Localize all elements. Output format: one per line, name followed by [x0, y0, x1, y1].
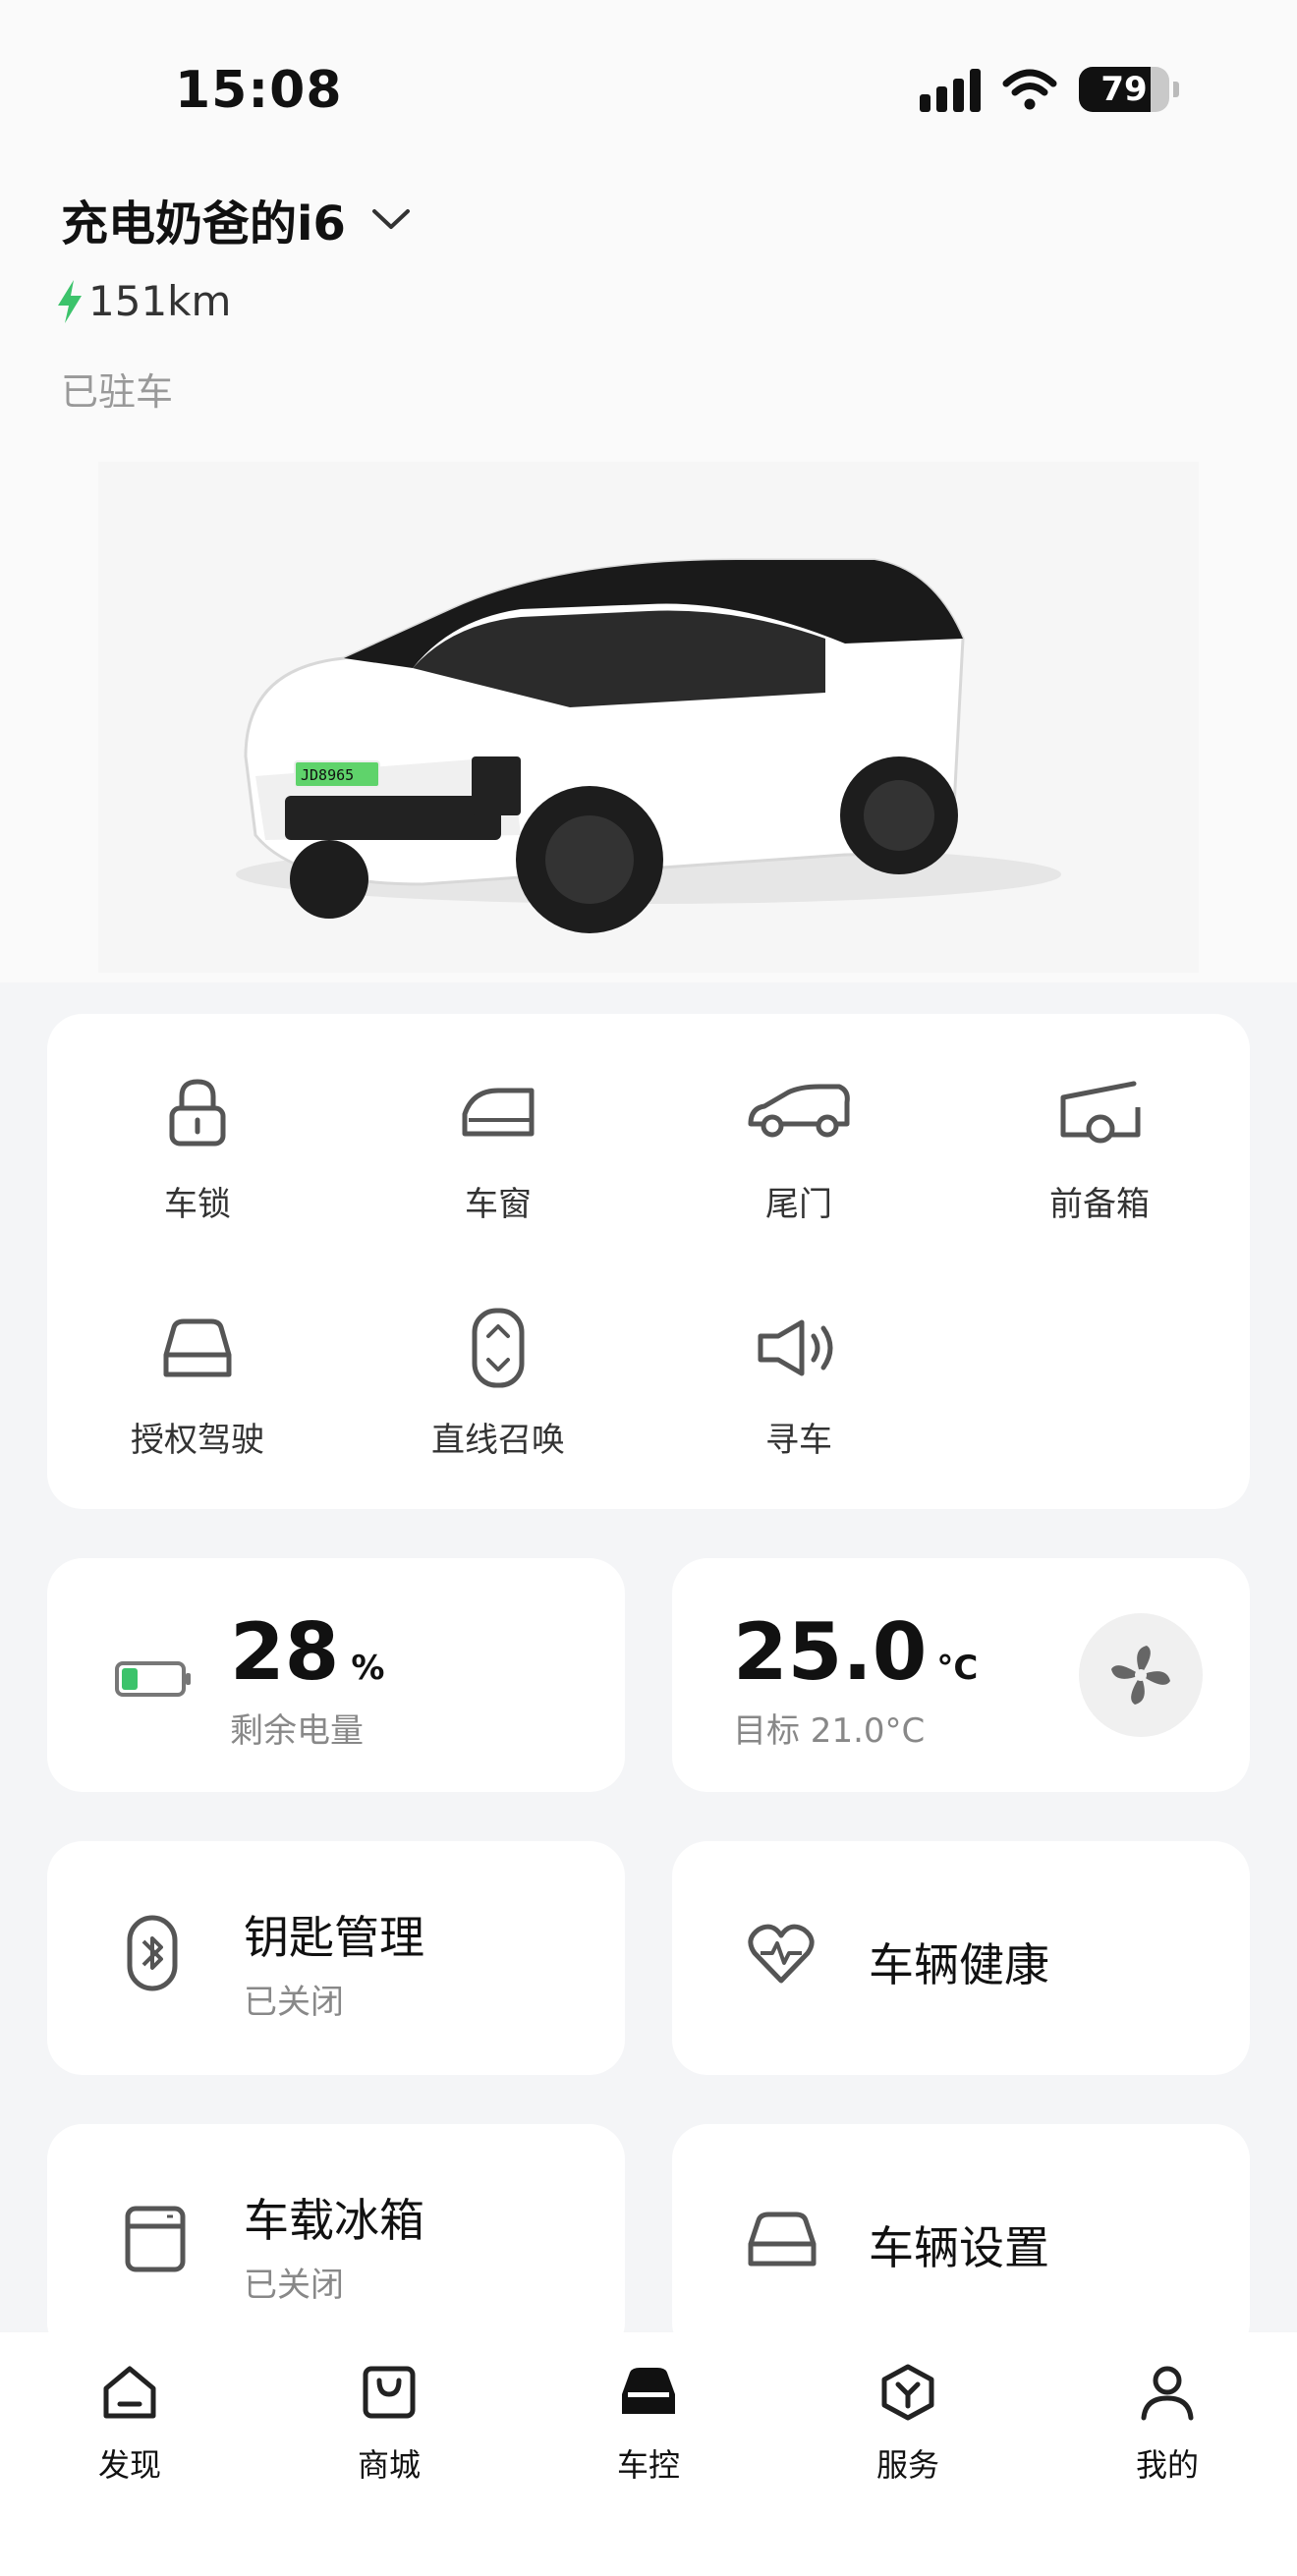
service-icon [874, 2358, 942, 2427]
target-temperature: 目标 21.0°C [733, 1711, 926, 1751]
vehicle-selector[interactable]: 充电奶爸的i6 [61, 185, 413, 253]
car-settings-icon [748, 2212, 817, 2267]
find-car-icon [740, 1299, 858, 1397]
car-icon [614, 2358, 683, 2427]
vehicle-name: 充电奶爸的i6 [61, 196, 346, 252]
home-icon [95, 2358, 164, 2427]
bottom-navigation: 发现 商城 车控 服务 我的 [0, 2332, 1297, 2576]
lock-icon [139, 1063, 256, 1161]
authorized-drive-icon [139, 1299, 256, 1397]
nav-shop[interactable]: 商城 [259, 2332, 519, 2576]
car-fridge-title: 车载冰箱 [244, 2194, 424, 2247]
nav-profile[interactable]: 我的 [1038, 2332, 1297, 2576]
nav-discover[interactable]: 发现 [0, 2332, 259, 2576]
control-find-car[interactable]: 寻车 [648, 1299, 949, 1461]
control-summon-label: 直线召唤 [431, 1421, 565, 1460]
car-fridge-card[interactable]: 车载冰箱 已关闭 [47, 2124, 625, 2358]
battery-unit: % [351, 1649, 385, 1688]
nav-service-label: 服务 [875, 2446, 939, 2484]
control-authorized-drive[interactable]: 授权驾驶 [47, 1299, 348, 1461]
car-fridge-status: 已关闭 [244, 2266, 344, 2305]
fan-icon [1111, 1646, 1170, 1705]
nav-vehicle-control[interactable]: 车控 [519, 2332, 778, 2576]
summon-icon [439, 1299, 557, 1397]
nav-discover-label: 发现 [97, 2446, 161, 2484]
control-lock[interactable]: 车锁 [47, 1063, 348, 1225]
nav-service[interactable]: 服务 [778, 2332, 1038, 2576]
nav-vehicle-control-label: 车控 [616, 2446, 680, 2484]
key-management-status: 已关闭 [244, 1983, 344, 2022]
license-plate-text: JD8965 [301, 766, 354, 784]
range-value: 151km [88, 277, 232, 325]
lightning-icon [58, 279, 82, 323]
control-window-label: 车窗 [465, 1185, 532, 1224]
bluetooth-key-icon [127, 1915, 178, 1991]
control-tailgate[interactable]: 尾门 [648, 1063, 949, 1225]
control-lock-label: 车锁 [164, 1185, 231, 1224]
window-icon [439, 1063, 557, 1161]
park-status: 已驻车 [61, 370, 174, 414]
status-icons: 79 [920, 67, 1179, 112]
battery-status-icon: 79 [1079, 67, 1169, 112]
frunk-icon [1041, 1063, 1158, 1161]
key-management-card[interactable]: 钥匙管理 已关闭 [47, 1841, 625, 2075]
battery-level-fill [122, 1668, 138, 1690]
climate-fan-button[interactable] [1079, 1613, 1203, 1737]
car-image: JD8965 [98, 462, 1199, 973]
temperature-unit: °C [936, 1649, 979, 1688]
wifi-icon [1002, 69, 1057, 110]
cabin-temperature: 25.0 [733, 1606, 928, 1698]
battery-level-icon [115, 1661, 191, 1697]
battery-percentage: 28 [230, 1606, 340, 1698]
heart-pulse-icon [748, 1924, 815, 1984]
control-frunk[interactable]: 前备箱 [949, 1063, 1250, 1225]
key-management-title: 钥匙管理 [244, 1911, 424, 1964]
tailgate-icon [740, 1063, 858, 1161]
shopping-bag-icon [355, 2358, 423, 2427]
control-find-car-label: 寻车 [765, 1421, 832, 1460]
fridge-icon [125, 2206, 186, 2272]
control-frunk-label: 前备箱 [1049, 1185, 1150, 1224]
battery-nub [1173, 82, 1179, 97]
control-window[interactable]: 车窗 [348, 1063, 648, 1225]
vehicle-settings-card[interactable]: 车辆设置 [672, 2124, 1250, 2358]
control-tailgate-label: 尾门 [765, 1185, 832, 1224]
cellular-signal-icon [920, 67, 981, 112]
chevron-down-icon [371, 209, 410, 229]
nav-shop-label: 商城 [357, 2446, 421, 2484]
vehicle-settings-title: 车辆设置 [869, 2221, 1049, 2274]
controls-card: 车锁 车窗 尾门 前备箱 授权驾驶 直线召唤 寻车 [47, 1014, 1250, 1509]
vehicle-health-title: 车辆健康 [869, 1938, 1049, 1991]
battery-status-value: 79 [1100, 70, 1148, 109]
battery-label: 剩余电量 [230, 1711, 364, 1751]
vehicle-health-card[interactable]: 车辆健康 [672, 1841, 1250, 2075]
nav-profile-label: 我的 [1135, 2446, 1199, 2484]
battery-card[interactable]: 28 % 剩余电量 [47, 1558, 625, 1792]
control-summon[interactable]: 直线召唤 [348, 1299, 648, 1461]
range-row: 151km [55, 277, 231, 325]
profile-icon [1133, 2358, 1202, 2427]
control-authorized-drive-label: 授权驾驶 [131, 1421, 264, 1460]
climate-card[interactable]: 25.0 °C 目标 21.0°C [672, 1558, 1250, 1792]
status-time: 15:08 [175, 61, 343, 120]
